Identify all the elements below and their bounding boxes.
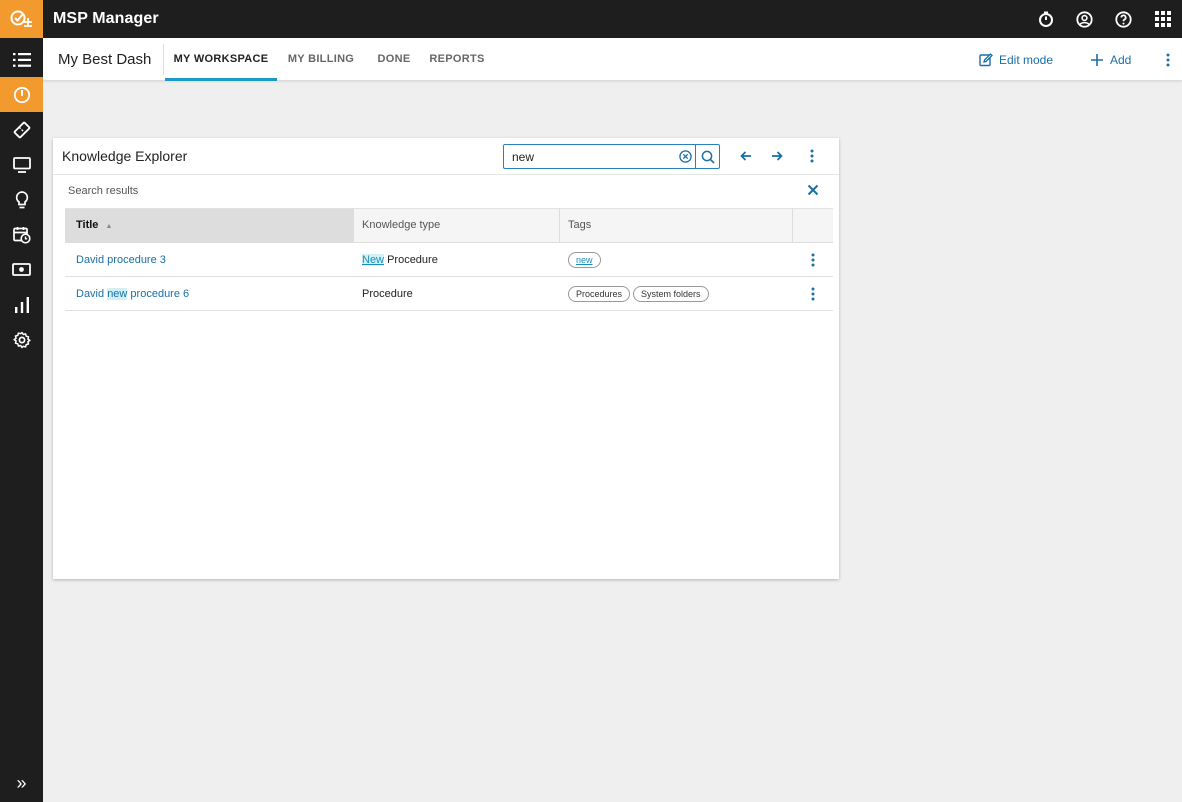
search-box — [503, 144, 720, 169]
stopwatch-icon[interactable] — [1026, 0, 1065, 38]
monitor-icon — [12, 156, 31, 173]
row-title-text: procedure 6 — [127, 287, 190, 300]
plus-icon — [1091, 53, 1103, 66]
sidebar-item-billing[interactable] — [0, 252, 43, 287]
add-button[interactable]: Add — [1090, 38, 1131, 81]
tag-pill[interactable]: Procedures — [568, 285, 631, 302]
sidebar-item-dashboard[interactable] — [0, 77, 43, 112]
gear-icon — [12, 331, 31, 348]
dashboard-more-button[interactable] — [1166, 38, 1170, 81]
help-icon[interactable] — [1104, 0, 1143, 38]
left-sidebar: » — [0, 38, 43, 802]
dashboard-nav-bar: My Best Dash MY WORKSPACE MY BILLING DON… — [43, 38, 1182, 81]
more-vertical-icon — [811, 253, 815, 266]
bar-chart-icon — [14, 296, 29, 313]
row-tags: Procedures System folders — [560, 285, 793, 302]
type-text: Procedure — [362, 287, 413, 300]
widget-header-divider — [53, 174, 839, 175]
top-bar: MSP Manager — [0, 0, 1182, 38]
user-circle-icon[interactable] — [1065, 0, 1104, 38]
column-header-actions — [793, 209, 833, 242]
widget-more-button[interactable] — [803, 147, 821, 165]
more-vertical-icon — [1166, 53, 1170, 66]
tab-my-billing[interactable]: MY BILLING — [279, 38, 363, 81]
lightbulb-icon — [15, 190, 28, 208]
table-row[interactable]: David procedure 3 New Procedure new — [65, 243, 833, 277]
search-icon[interactable] — [695, 145, 719, 168]
row-title-link[interactable]: David new procedure 6 — [65, 287, 354, 300]
ticket-icon — [13, 121, 30, 138]
forward-arrow-icon[interactable] — [768, 147, 786, 165]
clear-search-icon[interactable] — [675, 145, 695, 168]
sidebar-item-devices[interactable] — [0, 147, 43, 182]
column-header-title-label: Title — [76, 219, 99, 231]
row-title-text: David procedure 3 — [76, 253, 166, 266]
search-input[interactable] — [504, 145, 675, 168]
edit-mode-button[interactable]: Edit mode — [979, 38, 1053, 81]
dashboard-title[interactable]: My Best Dash — [58, 38, 151, 81]
column-header-knowledge-type[interactable]: Knowledge type — [354, 209, 560, 242]
dashboard-icon — [13, 86, 30, 103]
row-knowledge-type: Procedure — [354, 288, 560, 300]
row-title-link[interactable]: David procedure 3 — [65, 254, 354, 266]
tag-pill[interactable]: System folders — [633, 285, 709, 302]
table-row[interactable]: David new procedure 6 Procedure Procedur… — [65, 277, 833, 311]
app-logo[interactable] — [0, 0, 43, 38]
money-icon — [12, 263, 31, 276]
edit-mode-label: Edit mode — [999, 52, 1054, 67]
widget-title: Knowledge Explorer — [62, 148, 188, 164]
sidebar-item-knowledge[interactable] — [0, 182, 43, 217]
row-tags: new — [560, 251, 793, 268]
results-table: Title ▲ Knowledge type Tags David proced… — [65, 208, 833, 311]
type-match-highlight: New — [362, 253, 385, 266]
type-text: Procedure — [384, 253, 438, 266]
close-results-icon[interactable] — [805, 182, 821, 198]
row-knowledge-type: New Procedure — [354, 253, 560, 266]
more-vertical-icon — [811, 287, 815, 300]
column-header-tags[interactable]: Tags — [560, 209, 793, 242]
sidebar-item-reports[interactable] — [0, 287, 43, 322]
calendar-clock-icon — [12, 226, 31, 244]
sidebar-item-schedule[interactable] — [0, 217, 43, 252]
tab-reports[interactable]: REPORTS — [425, 38, 489, 81]
row-more-button[interactable] — [793, 287, 833, 301]
table-header: Title ▲ Knowledge type Tags — [65, 208, 833, 243]
sidebar-expand-button[interactable]: » — [0, 764, 43, 802]
sidebar-item-menu[interactable] — [0, 42, 43, 77]
list-icon — [12, 52, 31, 67]
row-more-button[interactable] — [793, 253, 833, 267]
tab-my-workspace[interactable]: MY WORKSPACE — [165, 38, 277, 81]
apps-grid-icon[interactable] — [1143, 0, 1182, 38]
row-title-text: David — [76, 287, 108, 300]
nav-divider — [163, 44, 164, 75]
tag-pill[interactable]: new — [568, 251, 601, 268]
sort-ascending-icon: ▲ — [105, 223, 113, 230]
title-match-highlight: new — [107, 287, 128, 300]
logo-icon — [10, 10, 32, 27]
search-results-label: Search results — [68, 185, 139, 197]
add-label: Add — [1110, 52, 1132, 67]
edit-icon — [979, 52, 993, 66]
sidebar-item-tickets[interactable] — [0, 112, 43, 147]
app-title: MSP Manager — [53, 10, 159, 27]
tab-done[interactable]: DONE — [367, 38, 421, 81]
column-header-title[interactable]: Title ▲ — [65, 209, 354, 242]
knowledge-explorer-widget: Knowledge Explorer Search results Title … — [53, 138, 839, 579]
back-arrow-icon[interactable] — [737, 147, 755, 165]
sidebar-item-settings[interactable] — [0, 322, 43, 357]
more-vertical-icon — [810, 149, 814, 163]
